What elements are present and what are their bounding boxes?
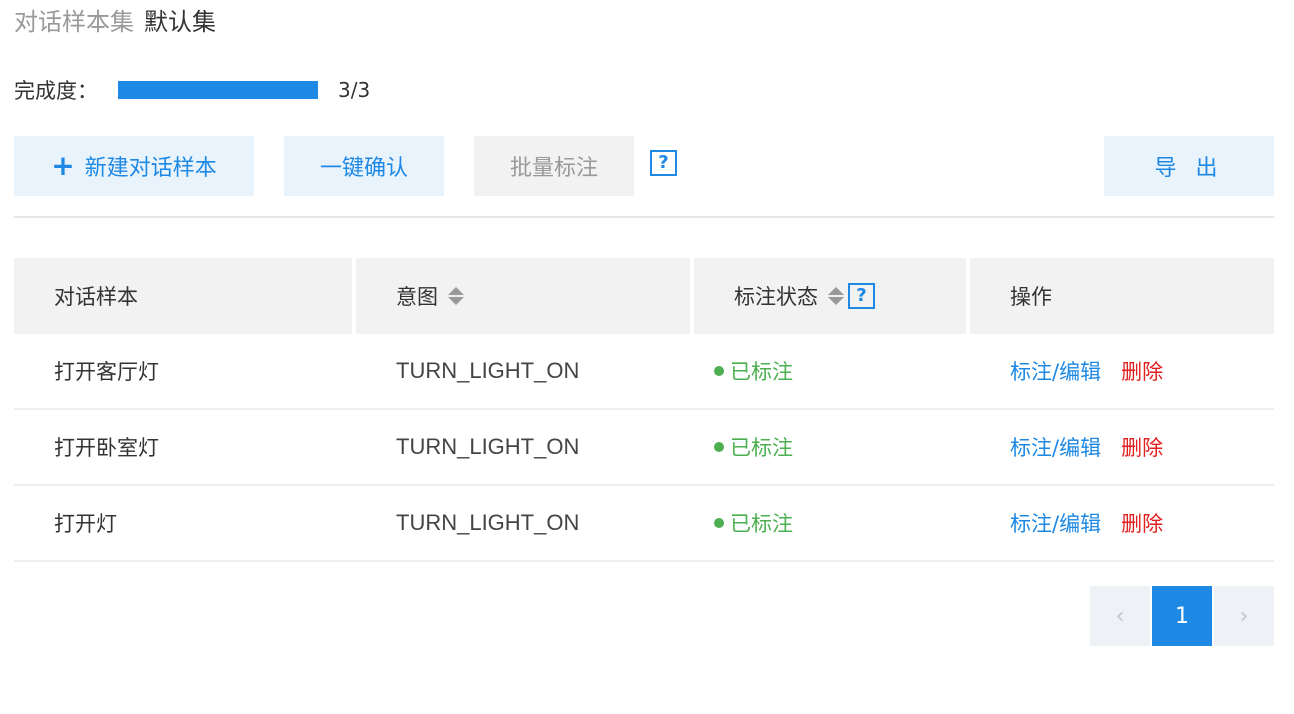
- confirm-label: 一键确认: [319, 156, 408, 181]
- status-dot-icon: [714, 366, 724, 376]
- sort-icon[interactable]: [828, 287, 844, 305]
- status-text: 已标注: [730, 436, 793, 460]
- progress-label: 完成度：: [14, 79, 98, 103]
- intent-text: TURN_LIGHT_ON: [396, 510, 580, 535]
- edit-link[interactable]: 标注/编辑: [1010, 356, 1101, 386]
- one-click-confirm-button[interactable]: 一键确认: [284, 136, 444, 196]
- header-sample-label: 对话样本: [54, 285, 138, 309]
- sample-text: 打开客厅灯: [54, 360, 159, 384]
- table-row: 打开客厅灯 TURN_LIGHT_ON 已标注 标注/编辑 删除: [14, 334, 1274, 410]
- status-text: 已标注: [730, 360, 793, 384]
- actions-cell: 标注/编辑 删除: [970, 410, 1274, 484]
- help-icon[interactable]: ?: [650, 150, 677, 176]
- progress-count: 3/3: [338, 78, 371, 102]
- page-title: 对话样本集 默认集: [14, 6, 216, 38]
- new-sample-button[interactable]: + 新建对话样本: [14, 136, 254, 196]
- next-page-button[interactable]: ›: [1214, 586, 1274, 646]
- header-actions-label: 操作: [1010, 285, 1052, 309]
- sort-icon[interactable]: [448, 287, 464, 305]
- sample-text: 打开灯: [54, 512, 117, 536]
- export-label: 导 出: [1154, 156, 1224, 181]
- completion-progress: 完成度： 3/3: [14, 74, 370, 106]
- table-header: 对话样本 意图 标注状态 ? 操作: [14, 258, 1274, 334]
- toolbar: + 新建对话样本 一键确认 批量标注 ? 导 出: [14, 136, 1274, 196]
- edit-link[interactable]: 标注/编辑: [1010, 432, 1101, 462]
- header-intent: 意图: [356, 258, 690, 334]
- delete-link[interactable]: 删除: [1121, 508, 1163, 538]
- pagination: ‹ 1 ›: [1090, 586, 1274, 646]
- divider: [14, 216, 1274, 218]
- help-icon[interactable]: ?: [848, 283, 875, 309]
- delete-link[interactable]: 删除: [1121, 356, 1163, 386]
- page-1-button[interactable]: 1: [1152, 586, 1212, 646]
- new-sample-label: 新建对话样本: [84, 156, 217, 181]
- table-row: 打开卧室灯 TURN_LIGHT_ON 已标注 标注/编辑 删除: [14, 410, 1274, 486]
- header-intent-label: 意图: [396, 285, 438, 309]
- status-badge: 已标注: [714, 356, 793, 386]
- header-status: 标注状态 ?: [694, 258, 966, 334]
- header-sample: 对话样本: [14, 258, 352, 334]
- edit-link[interactable]: 标注/编辑: [1010, 508, 1101, 538]
- progress-bar-fill: [118, 81, 318, 99]
- status-dot-icon: [714, 518, 724, 528]
- export-button[interactable]: 导 出: [1104, 136, 1274, 196]
- status-dot-icon: [714, 442, 724, 452]
- status-cell: 已标注: [694, 410, 966, 484]
- status-text: 已标注: [730, 512, 793, 536]
- set-name: 默认集: [144, 8, 216, 36]
- intent-text: TURN_LIGHT_ON: [396, 358, 580, 383]
- status-cell: 已标注: [694, 486, 966, 560]
- batch-label: 批量标注: [509, 156, 598, 181]
- title-prefix: 对话样本集: [14, 8, 134, 36]
- header-actions: 操作: [970, 258, 1274, 334]
- samples-table: 对话样本 意图 标注状态 ? 操作 打开客厅灯 TURN_LIGHT_ON 已标…: [14, 258, 1274, 562]
- sample-text: 打开卧室灯: [54, 436, 159, 460]
- actions-cell: 标注/编辑 删除: [970, 334, 1274, 408]
- status-cell: 已标注: [694, 334, 966, 408]
- prev-page-button[interactable]: ‹: [1090, 586, 1150, 646]
- batch-annotate-button[interactable]: 批量标注: [474, 136, 634, 196]
- status-badge: 已标注: [714, 432, 793, 462]
- progress-bar: [118, 81, 318, 99]
- intent-text: TURN_LIGHT_ON: [396, 434, 580, 459]
- header-status-label: 标注状态: [734, 285, 818, 309]
- status-badge: 已标注: [714, 508, 793, 538]
- delete-link[interactable]: 删除: [1121, 432, 1163, 462]
- plus-icon: +: [51, 149, 75, 182]
- actions-cell: 标注/编辑 删除: [970, 486, 1274, 560]
- table-row: 打开灯 TURN_LIGHT_ON 已标注 标注/编辑 删除: [14, 486, 1274, 562]
